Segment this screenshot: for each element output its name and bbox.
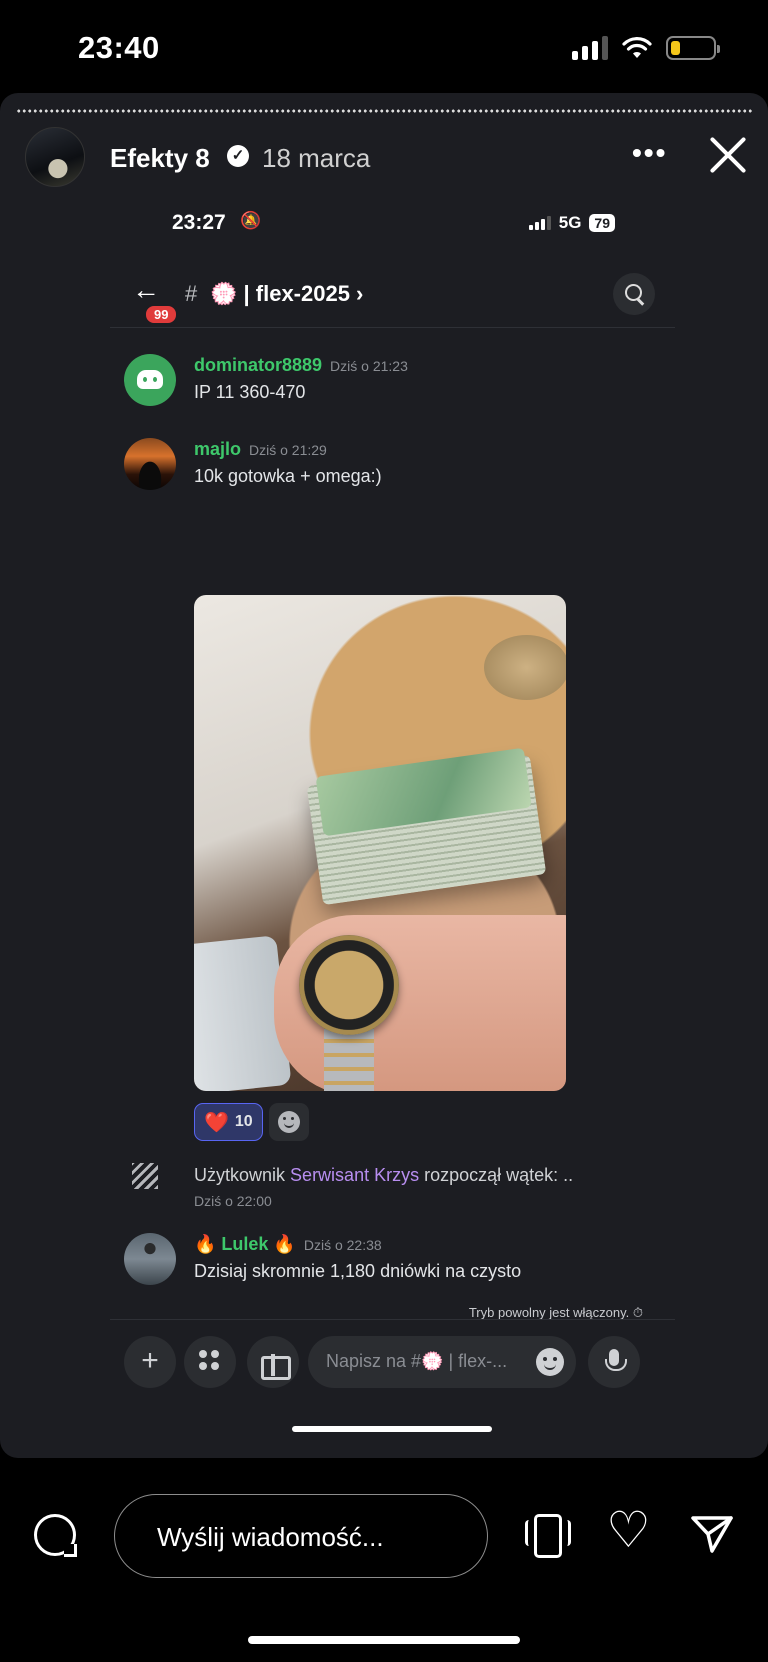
message-composer: + Napisz na #💮 | flex-...	[110, 1319, 675, 1389]
message-author[interactable]: dominator8889 Dziś o 21:23	[194, 355, 408, 376]
home-indicator	[248, 1636, 520, 1644]
user-avatar[interactable]	[124, 438, 176, 490]
clock: 23:40	[78, 30, 160, 65]
reactions: ❤️ 10	[194, 1103, 309, 1141]
emoji-icon[interactable]	[536, 1348, 564, 1376]
channel-hash-icon: #	[185, 281, 198, 306]
comment-icon[interactable]	[34, 1514, 77, 1557]
search-icon[interactable]	[613, 273, 655, 315]
bell-muted-icon: 🔕	[240, 211, 262, 230]
thread-author[interactable]: Serwisant Krzys	[290, 1165, 419, 1185]
message-time: Dziś o 21:29	[249, 442, 327, 458]
inner-signal-icon	[528, 216, 551, 230]
channel-name[interactable]: 💮 | flex-2025 ›	[210, 281, 363, 307]
add-attachment-button[interactable]: +	[124, 1336, 176, 1388]
thread-started-notice: Użytkownik Serwisant Krzys rozpoczął wąt…	[110, 1161, 675, 1221]
thread-icon	[132, 1163, 158, 1189]
reply-input[interactable]: Wyślij wiadomość...	[114, 1494, 488, 1578]
heart-icon: ❤️	[204, 1111, 229, 1134]
add-reaction-button[interactable]	[268, 1103, 309, 1141]
thread-time: Dziś o 22:00	[194, 1193, 272, 1209]
back-arrow-icon[interactable]: ←	[132, 274, 160, 306]
microphone-icon[interactable]	[588, 1336, 640, 1388]
reply-placeholder: Wyślij wiadomość...	[157, 1522, 384, 1552]
thread-notice-text: Użytkownik Serwisant Krzys rozpoczął wąt…	[194, 1165, 574, 1185]
message-input-placeholder: Napisz na #💮 | flex-...	[326, 1351, 508, 1371]
message-text: 10k gotowka + omega:)	[194, 466, 382, 486]
attached-photo[interactable]	[194, 595, 566, 1091]
story-date: 18 marca	[262, 143, 371, 173]
story-author-avatar[interactable]	[25, 127, 85, 187]
message-text: IP 11 360-470	[194, 382, 306, 402]
unread-badge: 99	[144, 304, 179, 325]
message-input[interactable]: Napisz na #💮 | flex-...	[308, 1336, 576, 1388]
close-icon[interactable]	[706, 133, 750, 177]
message-author[interactable]: majlo Dziś o 21:29	[194, 439, 327, 460]
story-header: Efekty 8 ✓ 18 marca •••	[0, 123, 768, 193]
status-bar: 23:40	[0, 0, 768, 92]
story-reply-bar: Wyślij wiadomość... ♡	[0, 1458, 768, 1662]
verified-badge-icon: ✓	[227, 145, 249, 167]
user-avatar[interactable]	[124, 1233, 176, 1285]
battery-icon	[666, 36, 720, 60]
message-time: Dziś o 22:38	[303, 1237, 382, 1253]
reaction-count: 10	[234, 1113, 253, 1130]
discord-screenshot: 23:27 🔕 5G 79 ← 99 # 💮 | flex-2025 › dom…	[110, 193, 675, 1432]
inner-home-indicator	[292, 1426, 492, 1432]
apps-button[interactable]	[184, 1336, 236, 1388]
gift-icon[interactable]	[247, 1336, 299, 1388]
more-options-icon[interactable]: •••	[632, 139, 667, 167]
heart-icon[interactable]: ♡	[606, 1505, 651, 1555]
inner-battery: 79	[589, 214, 615, 232]
cellular-signal-icon	[572, 36, 608, 60]
wifi-icon	[622, 37, 652, 58]
network-type: 5G	[558, 213, 582, 232]
heart-reaction[interactable]: ❤️ 10	[194, 1103, 263, 1141]
message-time: Dziś o 21:23	[330, 358, 408, 374]
inner-clock: 23:27	[172, 211, 226, 234]
message-text: Dzisiaj skromnie 1,180 dniówki na czysto	[194, 1261, 522, 1281]
channel-header: ← 99 # 💮 | flex-2025 ›	[110, 268, 675, 328]
story-viewer[interactable]: Efekty 8 ✓ 18 marca ••• 23:27 🔕 5G 79 ← …	[0, 93, 768, 1458]
message-author[interactable]: 🔥 Lulek 🔥 Dziś o 22:38	[194, 1234, 382, 1255]
discord-logo-avatar[interactable]	[124, 354, 176, 406]
smiley-icon	[277, 1111, 300, 1133]
story-progress-bar	[16, 109, 752, 113]
remix-icon[interactable]	[524, 1514, 571, 1558]
send-icon[interactable]	[690, 1514, 734, 1554]
story-author-name[interactable]: Efekty 8	[110, 143, 210, 174]
